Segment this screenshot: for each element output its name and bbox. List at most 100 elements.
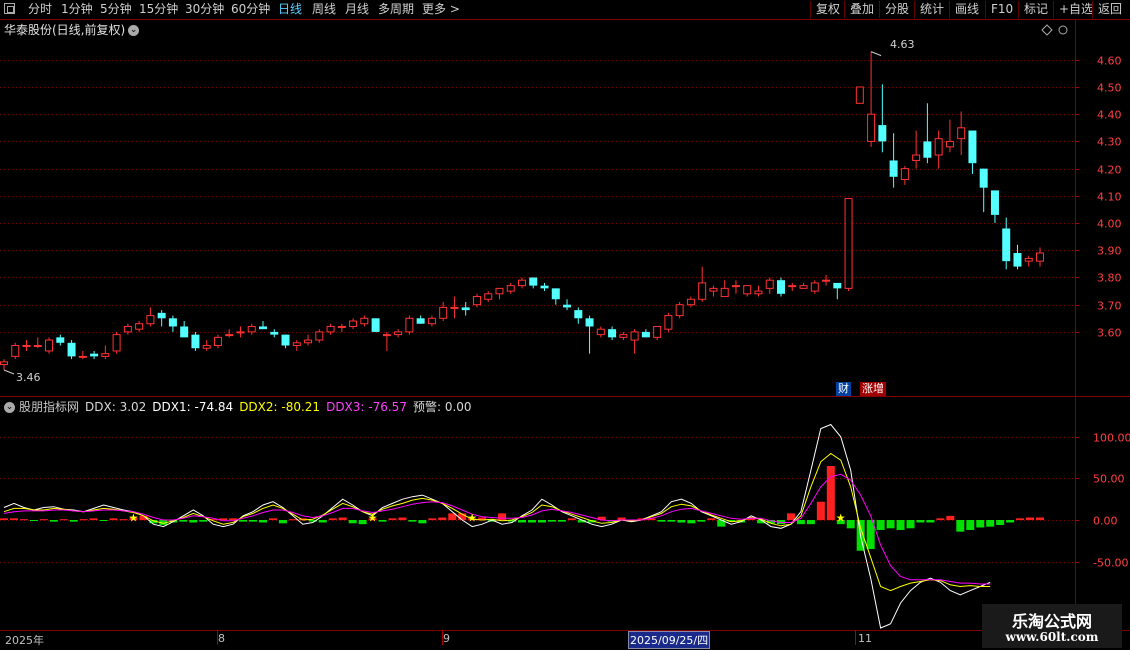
ddx-bar	[89, 518, 98, 520]
star-icon: ★	[368, 512, 378, 525]
candle-body	[259, 326, 267, 330]
candle-body	[213, 336, 222, 347]
ddx-bar	[926, 520, 935, 523]
ddx-bar	[1026, 517, 1035, 520]
candle-body	[979, 168, 988, 188]
ddx-bar	[976, 520, 985, 528]
candle-body	[855, 86, 864, 104]
ddx-bar	[527, 520, 536, 523]
ddx-bar	[99, 520, 108, 521]
chart-canvas[interactable]: ★ ★ ★ ★ 4.60 4.50 4.40 4.30 4.20 4.10 4.00 3.90 3.8…	[0, 0, 1130, 650]
candle-body	[101, 353, 110, 357]
ddx-bar	[936, 518, 945, 520]
candle-body	[292, 342, 301, 347]
candle-body	[472, 296, 481, 306]
candle-body	[394, 331, 403, 336]
diamond-icon[interactable]	[1041, 24, 1053, 36]
candle-body	[540, 285, 549, 289]
candle-body	[889, 160, 898, 177]
candle-body	[630, 331, 639, 341]
ddx-bar	[567, 518, 576, 520]
price-tick-label: 4.30	[1097, 136, 1122, 149]
time-label-nov: 11	[858, 632, 872, 645]
ddx-bar	[966, 520, 975, 530]
ddx-bar	[9, 518, 18, 520]
circle-icon[interactable]	[1058, 25, 1068, 35]
ddx-bar	[378, 520, 387, 522]
high-marker	[870, 51, 882, 57]
candle-body	[236, 331, 245, 334]
price-tick-label: 3.60	[1097, 327, 1122, 340]
price-tick-label: 4.10	[1097, 191, 1122, 204]
ddx-bar	[0, 518, 8, 520]
ddx-bar	[59, 519, 68, 521]
candle-body	[416, 318, 425, 324]
ddx-bar	[946, 515, 955, 520]
candle-body	[439, 306, 448, 319]
candle-body	[900, 168, 909, 181]
ddx-bar	[288, 519, 297, 521]
candle-body	[765, 279, 774, 289]
ddx-bar	[667, 520, 676, 522]
candle-body	[56, 337, 65, 343]
indicator-tick-label: 50.00	[1093, 473, 1125, 486]
price-tick-label: 4.50	[1097, 82, 1122, 95]
ddx-bar	[886, 520, 895, 529]
ddx-bar	[916, 520, 925, 523]
candle-body	[180, 326, 189, 338]
candle-body	[506, 285, 515, 292]
candle-body	[0, 361, 8, 366]
candle-body	[202, 345, 211, 349]
ddx-bar	[428, 518, 437, 520]
candle-body	[608, 329, 617, 338]
ddx-bar	[697, 520, 706, 522]
candle-body	[450, 306, 459, 309]
candle-body	[563, 304, 572, 308]
candle-body	[754, 290, 763, 295]
finance-badge[interactable]: 财	[836, 382, 851, 396]
candle-body	[686, 298, 695, 306]
ddx-bar	[249, 520, 258, 522]
candle-body	[168, 318, 177, 327]
ddx-bar	[498, 513, 507, 520]
ddx-bar	[557, 520, 566, 522]
candle-body	[585, 318, 594, 327]
ddx-bar	[876, 520, 885, 530]
candle-body	[349, 320, 358, 327]
ddx-bar	[318, 520, 327, 523]
candle-body	[22, 345, 31, 348]
candle-body	[1024, 257, 1033, 262]
candle-body	[709, 287, 718, 292]
candle-body	[844, 198, 853, 289]
candle-body	[495, 287, 504, 295]
ddx-bar	[956, 520, 965, 532]
ddx-bar	[79, 519, 88, 521]
candle-body	[337, 325, 346, 328]
ddx-bar	[1036, 517, 1044, 520]
ddx-bar	[677, 520, 686, 523]
candle-body	[957, 127, 966, 140]
ddx-bar	[826, 466, 835, 520]
ddx-bar	[398, 517, 407, 520]
candle-body	[405, 317, 414, 333]
ddx-bar	[996, 520, 1005, 525]
star-icon: ★	[836, 512, 846, 525]
candle-body	[833, 282, 842, 289]
candle-body	[225, 334, 234, 337]
time-label-year: 2025年	[5, 634, 44, 647]
price-tick-label: 4.20	[1097, 164, 1122, 177]
ddx-bar	[49, 520, 58, 522]
candle-body	[596, 328, 605, 336]
ddx-bar	[408, 520, 417, 522]
candle-body	[315, 331, 324, 341]
ddx-bar	[1006, 520, 1015, 523]
ddx-bar	[547, 520, 556, 522]
candle-body	[67, 342, 76, 357]
increase-badge[interactable]: 涨增	[860, 382, 886, 396]
ddx-bar	[179, 520, 188, 522]
candle-body	[33, 345, 42, 348]
ddx-bar	[418, 520, 427, 524]
candle-body	[945, 140, 954, 148]
candle-body	[968, 130, 977, 164]
ddx-bar	[707, 518, 716, 520]
